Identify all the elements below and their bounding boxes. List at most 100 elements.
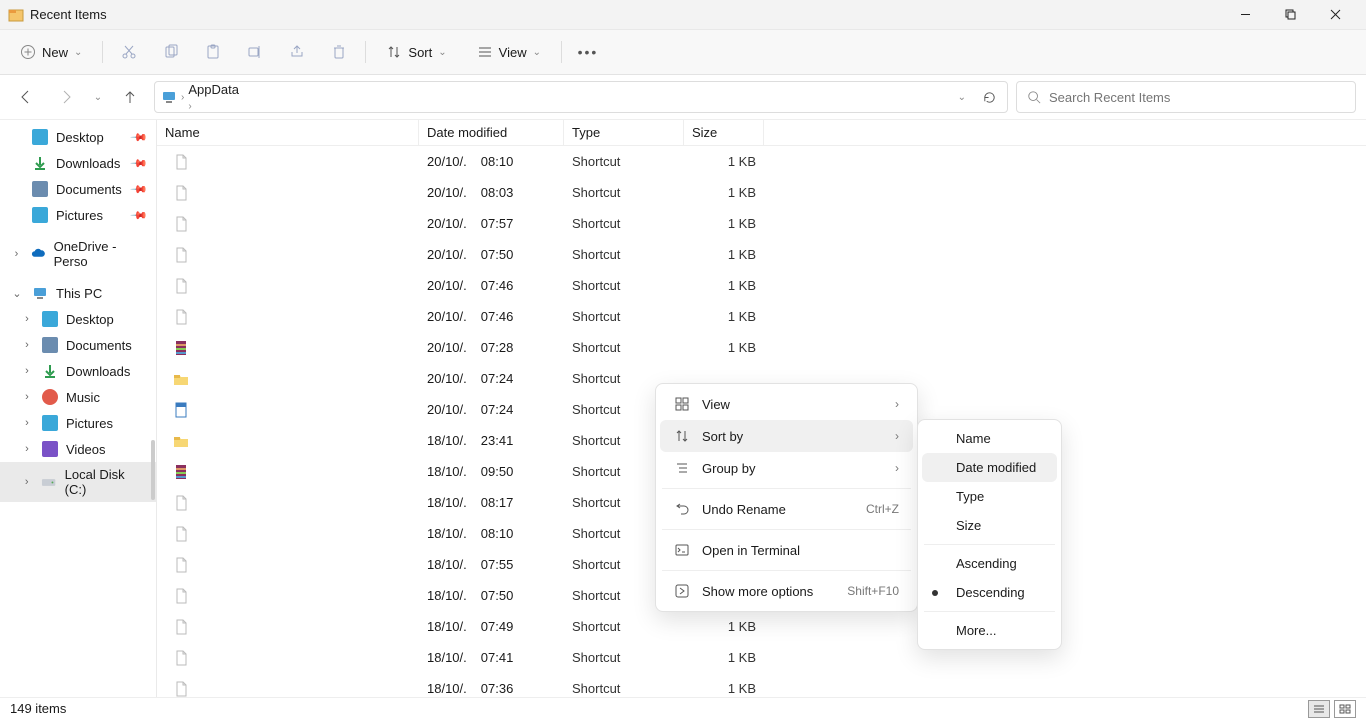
sort-date[interactable]: Date modified (922, 453, 1057, 482)
file-row[interactable]: 20/10/.07:46Shortcut1 KB (157, 270, 1366, 301)
column-date[interactable]: Date modified (419, 120, 564, 145)
sidebar-item[interactable]: ›Local Disk (C:) (0, 462, 156, 502)
delete-button[interactable] (323, 38, 355, 66)
search-box[interactable] (1016, 81, 1356, 113)
menu-view[interactable]: View› (660, 388, 913, 420)
item-count: 149 items (10, 701, 66, 716)
sidebar-item[interactable]: ›Videos (0, 436, 156, 462)
sidebar-label: OneDrive - Perso (54, 239, 146, 269)
recent-dropdown[interactable]: ⌄ (90, 81, 106, 113)
paste-button[interactable] (197, 38, 229, 66)
search-input[interactable] (1049, 90, 1345, 105)
undo-icon (674, 501, 690, 517)
menu-more-options[interactable]: Show more optionsShift+F10 (660, 575, 913, 607)
sidebar: Desktop📌Downloads📌Documents📌Pictures📌 › … (0, 120, 157, 697)
share-button[interactable] (281, 38, 313, 66)
separator (662, 529, 911, 530)
sidebar-item[interactable]: Desktop📌 (0, 124, 156, 150)
address-dropdown[interactable]: ⌄ (958, 92, 966, 103)
chevron-right-icon[interactable]: › (20, 313, 34, 325)
rename-button[interactable] (239, 38, 271, 66)
chevron-down-icon[interactable]: ⌄ (10, 287, 24, 300)
chevron-right-icon[interactable]: › (10, 248, 23, 260)
sidebar-item[interactable]: ›Pictures (0, 410, 156, 436)
sidebar-item[interactable]: Pictures📌 (0, 202, 156, 228)
menu-terminal[interactable]: Open in Terminal (660, 534, 913, 566)
chevron-right-icon: › (895, 397, 899, 411)
sort-submenu: Name Date modified Type Size Ascending D… (917, 419, 1062, 650)
chevron-right-icon[interactable]: › (20, 417, 34, 429)
cloud-icon (31, 246, 46, 262)
view-button[interactable]: View ⌄ (467, 38, 551, 66)
file-row[interactable]: 20/10/.07:46Shortcut1 KB (157, 301, 1366, 332)
menu-sortby[interactable]: Sort by› (660, 420, 913, 452)
sort-ascending[interactable]: Ascending (922, 549, 1057, 578)
maximize-button[interactable] (1268, 0, 1313, 30)
file-row[interactable]: 20/10/.08:10Shortcut1 KB (157, 146, 1366, 177)
close-button[interactable] (1313, 0, 1358, 30)
sort-type[interactable]: Type (922, 482, 1057, 511)
sidebar-item[interactable]: ›Desktop (0, 306, 156, 332)
sidebar-item[interactable]: Downloads📌 (0, 150, 156, 176)
sort-descending[interactable]: Descending (922, 578, 1057, 607)
sort-name[interactable]: Name (922, 424, 1057, 453)
chevron-right-icon[interactable]: › (20, 443, 34, 455)
chevron-down-icon: ⌄ (438, 47, 446, 58)
nav-bar: ⌄ › This PC›Local Disk (C:)›Users››AppDa… (0, 75, 1366, 120)
sidebar-item[interactable]: ›Music (0, 384, 156, 410)
menu-undo[interactable]: Undo RenameCtrl+Z (660, 493, 913, 525)
forward-button[interactable] (50, 81, 82, 113)
chevron-down-icon: ⌄ (533, 47, 541, 58)
sidebar-item[interactable]: Documents📌 (0, 176, 156, 202)
column-size[interactable]: Size (684, 120, 764, 145)
chevron-right-icon[interactable]: › (20, 391, 34, 403)
context-menu: View› Sort by› Group by› Undo RenameCtrl… (655, 383, 918, 612)
chevron-right-icon[interactable]: › (20, 365, 34, 377)
separator (924, 611, 1055, 612)
icons-view-button[interactable] (1334, 700, 1356, 718)
cut-button[interactable] (113, 38, 145, 66)
sort-size[interactable]: Size (922, 511, 1057, 540)
sidebar-item[interactable]: ›Downloads (0, 358, 156, 384)
minimize-button[interactable] (1223, 0, 1268, 30)
copy-button[interactable] (155, 38, 187, 66)
search-icon (1027, 90, 1041, 104)
title-bar: Recent Items (0, 0, 1366, 30)
sort-icon (674, 428, 690, 444)
address-bar[interactable]: › This PC›Local Disk (C:)›Users››AppData… (154, 81, 1008, 113)
sidebar-item-thispc[interactable]: ⌄ This PC (0, 280, 156, 306)
separator (662, 488, 911, 489)
details-view-button[interactable] (1308, 700, 1330, 718)
file-row[interactable]: 18/10/.07:41Shortcut1 KB (157, 642, 1366, 673)
chevron-right-icon[interactable]: › (20, 476, 33, 488)
file-row[interactable]: 20/10/.08:03Shortcut1 KB (157, 177, 1366, 208)
more-icon (674, 583, 690, 599)
sort-button[interactable]: Sort ⌄ (376, 38, 456, 66)
toolbar: New ⌄ Sort ⌄ View ⌄ ••• (0, 30, 1366, 75)
scrollbar-thumb[interactable] (151, 440, 155, 500)
column-name[interactable]: Name (157, 120, 419, 145)
refresh-button[interactable] (982, 90, 997, 105)
back-button[interactable] (10, 81, 42, 113)
chevron-right-icon: › (181, 92, 184, 103)
sidebar-item[interactable]: ›Documents (0, 332, 156, 358)
file-row[interactable]: 18/10/.07:49Shortcut1 KB (157, 611, 1366, 642)
column-type[interactable]: Type (564, 120, 684, 145)
grid-icon (674, 396, 690, 412)
new-button[interactable]: New ⌄ (10, 38, 92, 66)
more-button[interactable]: ••• (572, 38, 604, 66)
breadcrumb-segment[interactable]: AppData (188, 82, 273, 97)
chevron-down-icon: ⌄ (74, 47, 82, 58)
chevron-right-icon: › (895, 429, 899, 443)
sort-more[interactable]: More... (922, 616, 1057, 645)
file-row[interactable]: 20/10/.07:57Shortcut1 KB (157, 208, 1366, 239)
up-button[interactable] (114, 81, 146, 113)
menu-groupby[interactable]: Group by› (660, 452, 913, 484)
column-headers: Name Date modified Type Size (157, 120, 1366, 146)
chevron-right-icon[interactable]: › (20, 339, 34, 351)
file-row[interactable]: 20/10/.07:50Shortcut1 KB (157, 239, 1366, 270)
file-row[interactable]: 20/10/.07:28Shortcut1 KB (157, 332, 1366, 363)
file-row[interactable]: 18/10/.07:36Shortcut1 KB (157, 673, 1366, 697)
sidebar-item-onedrive[interactable]: › OneDrive - Perso (0, 234, 156, 274)
breadcrumb-segment[interactable]: Roaming (188, 112, 273, 113)
